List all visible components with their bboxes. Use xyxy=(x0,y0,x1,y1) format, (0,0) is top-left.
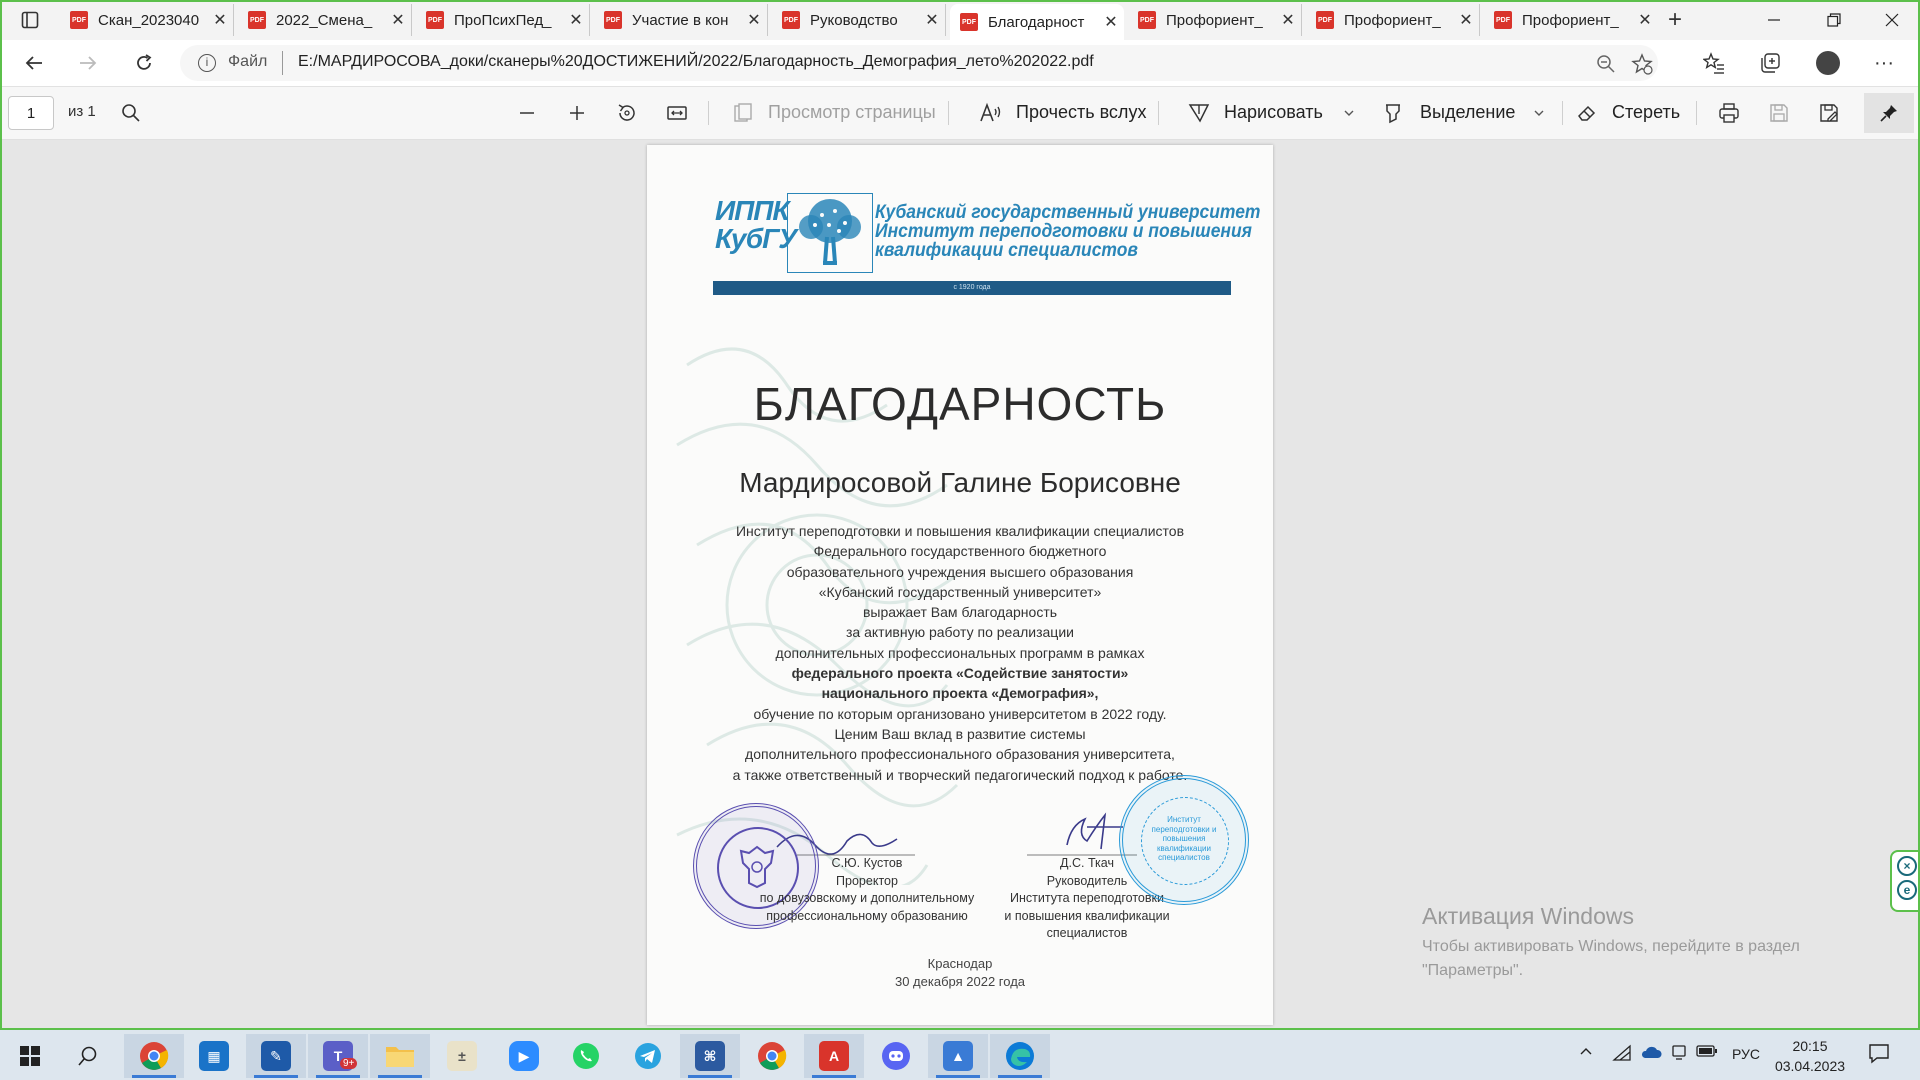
activation-line: Чтобы активировать Windows, перейдите в … xyxy=(1422,938,1800,955)
photos-app[interactable]: ▲ xyxy=(928,1034,988,1078)
whatsapp-app[interactable] xyxy=(556,1034,616,1078)
teams-app[interactable]: T 9+ xyxy=(308,1034,368,1078)
windows-activation-title: Активация Windows xyxy=(1422,903,1634,929)
edge-app[interactable] xyxy=(990,1034,1050,1078)
chrome-icon xyxy=(140,1042,169,1070)
zoom-app[interactable]: ▶ xyxy=(494,1034,554,1078)
system-clock[interactable]: 20:15 03.04.2023 xyxy=(1770,1036,1850,1076)
discord-icon xyxy=(882,1042,910,1070)
windows-logo-icon xyxy=(20,1046,40,1066)
taskbar: ▦ ✎ T 9+ ± ▶ ⌘ A ▲ РУС 20:15 03.04.2023 xyxy=(0,1030,1920,1080)
edge-icon xyxy=(1006,1042,1034,1070)
discord-app[interactable] xyxy=(866,1034,926,1078)
chrome-icon xyxy=(758,1042,787,1070)
clock-time: 20:15 xyxy=(1792,1038,1828,1054)
windows-activation-message: Чтобы активировать Windows, перейдите в … xyxy=(1422,935,1882,983)
generic-app[interactable]: ⌘ xyxy=(680,1034,740,1078)
calendar-icon: ▦ xyxy=(199,1041,229,1071)
file-explorer-app[interactable] xyxy=(370,1034,430,1078)
window-border xyxy=(0,0,1920,1030)
notifications-icon[interactable] xyxy=(1868,1042,1890,1067)
app-generic-icon: ⌘ xyxy=(695,1041,725,1071)
document-editor-icon: ✎ xyxy=(261,1041,291,1071)
clock-date: 03.04.2023 xyxy=(1774,1058,1846,1074)
photos-icon: ▲ xyxy=(943,1041,973,1071)
folder-icon xyxy=(386,1047,414,1067)
acrobat-app[interactable]: A xyxy=(804,1034,864,1078)
telegram-icon xyxy=(635,1043,661,1069)
telegram-app[interactable] xyxy=(618,1034,678,1078)
wifi-icon[interactable] xyxy=(1612,1044,1632,1065)
chrome-app[interactable] xyxy=(124,1034,184,1078)
start-button[interactable] xyxy=(0,1034,60,1078)
device-icon[interactable] xyxy=(1670,1044,1688,1065)
calculator-app[interactable]: ± xyxy=(432,1034,492,1078)
show-hidden-icons-chevron-icon[interactable] xyxy=(1578,1044,1594,1063)
acrobat-icon: A xyxy=(819,1041,849,1071)
activation-line: "Параметры". xyxy=(1422,962,1524,979)
search-icon xyxy=(78,1046,97,1066)
onedrive-cloud-icon[interactable] xyxy=(1640,1044,1662,1063)
document-editor-app[interactable]: ✎ xyxy=(246,1034,306,1078)
whatsapp-icon xyxy=(573,1043,599,1069)
chrome-profile-app[interactable] xyxy=(742,1034,802,1078)
calculator-icon: ± xyxy=(447,1041,477,1071)
calendar-app[interactable]: ▦ xyxy=(184,1034,244,1078)
battery-icon[interactable] xyxy=(1696,1044,1718,1061)
notification-badge: 9+ xyxy=(340,1058,358,1069)
language-indicator[interactable]: РУС xyxy=(1732,1046,1760,1062)
zoom-camera-icon: ▶ xyxy=(509,1041,539,1071)
search-button[interactable] xyxy=(58,1034,118,1078)
